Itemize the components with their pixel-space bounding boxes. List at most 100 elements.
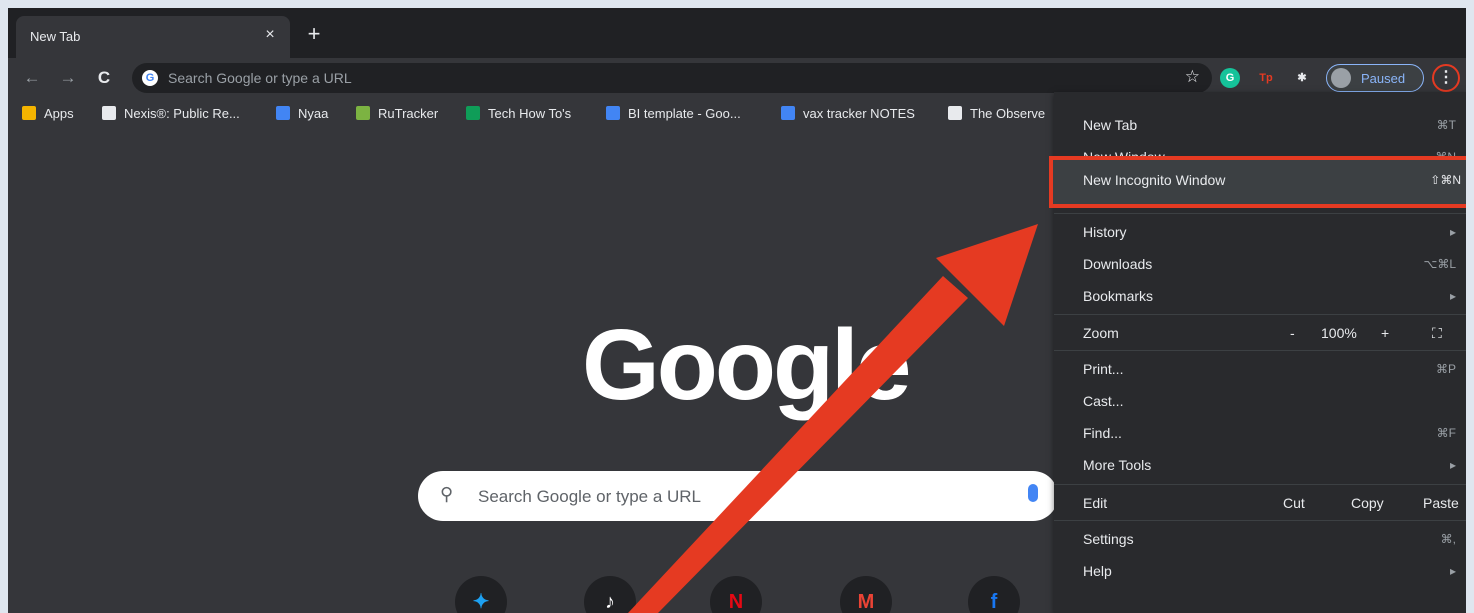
chevron-right-icon: ▸ bbox=[1449, 225, 1456, 239]
forward-arrow-icon[interactable]: → bbox=[56, 66, 80, 90]
menu-item-label: New Incognito Window bbox=[1083, 172, 1226, 188]
tp-extension-icon[interactable]: Tp bbox=[1256, 68, 1276, 88]
zoom-in-button[interactable]: + bbox=[1381, 325, 1389, 341]
menu-item-settings[interactable]: Settings ⌘, bbox=[1054, 523, 1466, 555]
menu-item-downloads[interactable]: Downloads ⌥⌘L bbox=[1054, 248, 1466, 280]
bookmark-label: vax tracker NOTES bbox=[803, 106, 915, 121]
menu-item-label: New Tab bbox=[1083, 117, 1138, 133]
fullscreen-icon[interactable]: ⛶ bbox=[1432, 325, 1442, 342]
favicon-icon bbox=[466, 106, 480, 120]
bookmark-vax-tracker[interactable]: vax tracker NOTES bbox=[781, 106, 915, 121]
netflix-shortcut[interactable]: N bbox=[710, 576, 762, 613]
paste-button[interactable]: Paste bbox=[1423, 495, 1459, 511]
menu-item-label: Help bbox=[1083, 563, 1112, 579]
bookmark-the-observer[interactable]: The Observe bbox=[948, 106, 1045, 121]
menu-item-label: Zoom bbox=[1083, 325, 1119, 341]
menu-item-shortcut: ⌘P bbox=[1435, 362, 1456, 376]
arrow-head bbox=[936, 224, 1038, 326]
menu-item-new-tab[interactable]: New Tab ⌘T bbox=[1054, 109, 1466, 141]
menu-item-cast[interactable]: Cast... bbox=[1054, 385, 1466, 417]
menu-divider bbox=[1054, 213, 1466, 214]
bookmark-label: Nexis®: Public Re... bbox=[124, 106, 240, 121]
menu-item-label: Settings bbox=[1083, 531, 1134, 547]
menu-item-new-incognito-window[interactable]: New Incognito Window ⇧⌘N bbox=[1049, 156, 1466, 208]
puzzle-icon[interactable]: ✱ bbox=[1292, 68, 1312, 88]
bookmark-nyaa[interactable]: Nyaa bbox=[276, 106, 328, 121]
chevron-right-icon: ▸ bbox=[1449, 458, 1456, 472]
address-bar-placeholder: Search Google or type a URL bbox=[168, 70, 352, 86]
bookmark-tech-how-tos[interactable]: Tech How To's bbox=[466, 106, 571, 121]
browser-window: New Tab × + ← → C G Search Google or typ… bbox=[8, 8, 1466, 613]
tab-strip: New Tab × + bbox=[8, 8, 1466, 58]
menu-item-more-tools[interactable]: More Tools ▸ bbox=[1054, 449, 1466, 481]
back-arrow-icon[interactable]: ← bbox=[20, 66, 44, 90]
menu-item-shortcut: ⇧⌘N bbox=[1430, 173, 1461, 187]
menu-item-shortcut: ⌘F bbox=[1436, 426, 1456, 440]
zoom-level: 100% bbox=[1321, 325, 1357, 341]
menu-divider bbox=[1054, 520, 1466, 521]
menu-divider bbox=[1054, 484, 1466, 485]
tiktok-shortcut[interactable]: ♪ bbox=[584, 576, 636, 613]
profile-label: Paused bbox=[1361, 71, 1406, 86]
favicon-icon bbox=[781, 106, 795, 120]
menu-divider bbox=[1054, 314, 1466, 315]
favicon-icon bbox=[22, 106, 36, 120]
menu-item-label: Print... bbox=[1083, 361, 1124, 377]
star-icon[interactable]: ☆ bbox=[1185, 67, 1200, 87]
bookmark-label: Apps bbox=[44, 106, 74, 121]
menu-item-shortcut: ⌥⌘L bbox=[1423, 257, 1456, 271]
bookmark-label: Tech How To's bbox=[488, 106, 572, 121]
menu-item-zoom: Zoom - 100% + ⛶ bbox=[1054, 317, 1466, 349]
cut-button[interactable]: Cut bbox=[1283, 495, 1305, 511]
google-logo: Google bbox=[582, 309, 911, 421]
chrome-menu-button[interactable]: ⋮ bbox=[1432, 64, 1460, 92]
bookmark-label: Nyaa bbox=[298, 106, 329, 121]
menu-item-label: Downloads bbox=[1083, 256, 1153, 272]
grammarly-icon[interactable]: G bbox=[1220, 68, 1240, 88]
facebook-shortcut[interactable]: f bbox=[968, 576, 1020, 613]
chevron-right-icon: ▸ bbox=[1449, 564, 1456, 578]
search-placeholder: Search Google or type a URL bbox=[478, 487, 702, 506]
menu-item-help[interactable]: Help ▸ bbox=[1054, 555, 1466, 587]
reload-icon[interactable]: C bbox=[92, 66, 116, 90]
menu-item-print[interactable]: Print... ⌘P bbox=[1054, 353, 1466, 385]
bookmark-label: BI template - Goo... bbox=[628, 106, 741, 121]
menu-item-bookmarks[interactable]: Bookmarks ▸ bbox=[1054, 280, 1466, 312]
bookmark-nexis[interactable]: Nexis®: Public Re... bbox=[102, 106, 240, 121]
favicon-icon bbox=[948, 106, 962, 120]
bookmark-label: The Observe bbox=[970, 106, 1046, 121]
menu-item-label: History bbox=[1083, 224, 1127, 240]
search-box[interactable]: ⚲ Search Google or type a URL bbox=[418, 471, 1058, 521]
menu-item-label: Bookmarks bbox=[1083, 288, 1154, 304]
zoom-out-button[interactable]: - bbox=[1290, 325, 1295, 341]
favicon-icon bbox=[276, 106, 290, 120]
new-tab-button[interactable]: + bbox=[302, 23, 326, 47]
favicon-icon bbox=[606, 106, 620, 120]
avatar bbox=[1331, 68, 1351, 88]
menu-item-label: Find... bbox=[1083, 425, 1122, 441]
bookmark-label: RuTracker bbox=[378, 106, 439, 121]
menu-item-edit: Edit Cut Copy Paste bbox=[1054, 487, 1466, 519]
menu-item-find[interactable]: Find... ⌘F bbox=[1054, 417, 1466, 449]
menu-item-label: Cast... bbox=[1083, 393, 1124, 409]
menu-divider bbox=[1054, 350, 1466, 351]
gmail-shortcut[interactable]: M bbox=[840, 576, 892, 613]
microphone-icon[interactable] bbox=[1028, 484, 1038, 502]
bookmark-bi-template[interactable]: BI template - Goo... bbox=[606, 106, 741, 121]
menu-item-shortcut: ⌘, bbox=[1440, 532, 1456, 546]
tab-new-tab[interactable]: New Tab × bbox=[16, 16, 290, 58]
bookmark-apps[interactable]: Apps bbox=[22, 106, 74, 121]
twitter-shortcut[interactable]: ✦ bbox=[455, 576, 507, 613]
google-icon: G bbox=[142, 70, 158, 86]
favicon-icon bbox=[356, 106, 370, 120]
close-icon[interactable]: × bbox=[260, 25, 280, 45]
address-bar[interactable]: G Search Google or type a URL ☆ bbox=[132, 63, 1212, 93]
bookmark-rutracker[interactable]: RuTracker bbox=[356, 106, 438, 121]
profile-button[interactable]: Paused bbox=[1326, 64, 1424, 92]
copy-button[interactable]: Copy bbox=[1351, 495, 1384, 511]
tab-title: New Tab bbox=[30, 29, 81, 44]
menu-item-history[interactable]: History ▸ bbox=[1054, 216, 1466, 248]
menu-item-label: More Tools bbox=[1083, 457, 1152, 473]
menu-item-shortcut: ⌘T bbox=[1436, 118, 1456, 132]
menu-item-label: Edit bbox=[1083, 495, 1108, 511]
